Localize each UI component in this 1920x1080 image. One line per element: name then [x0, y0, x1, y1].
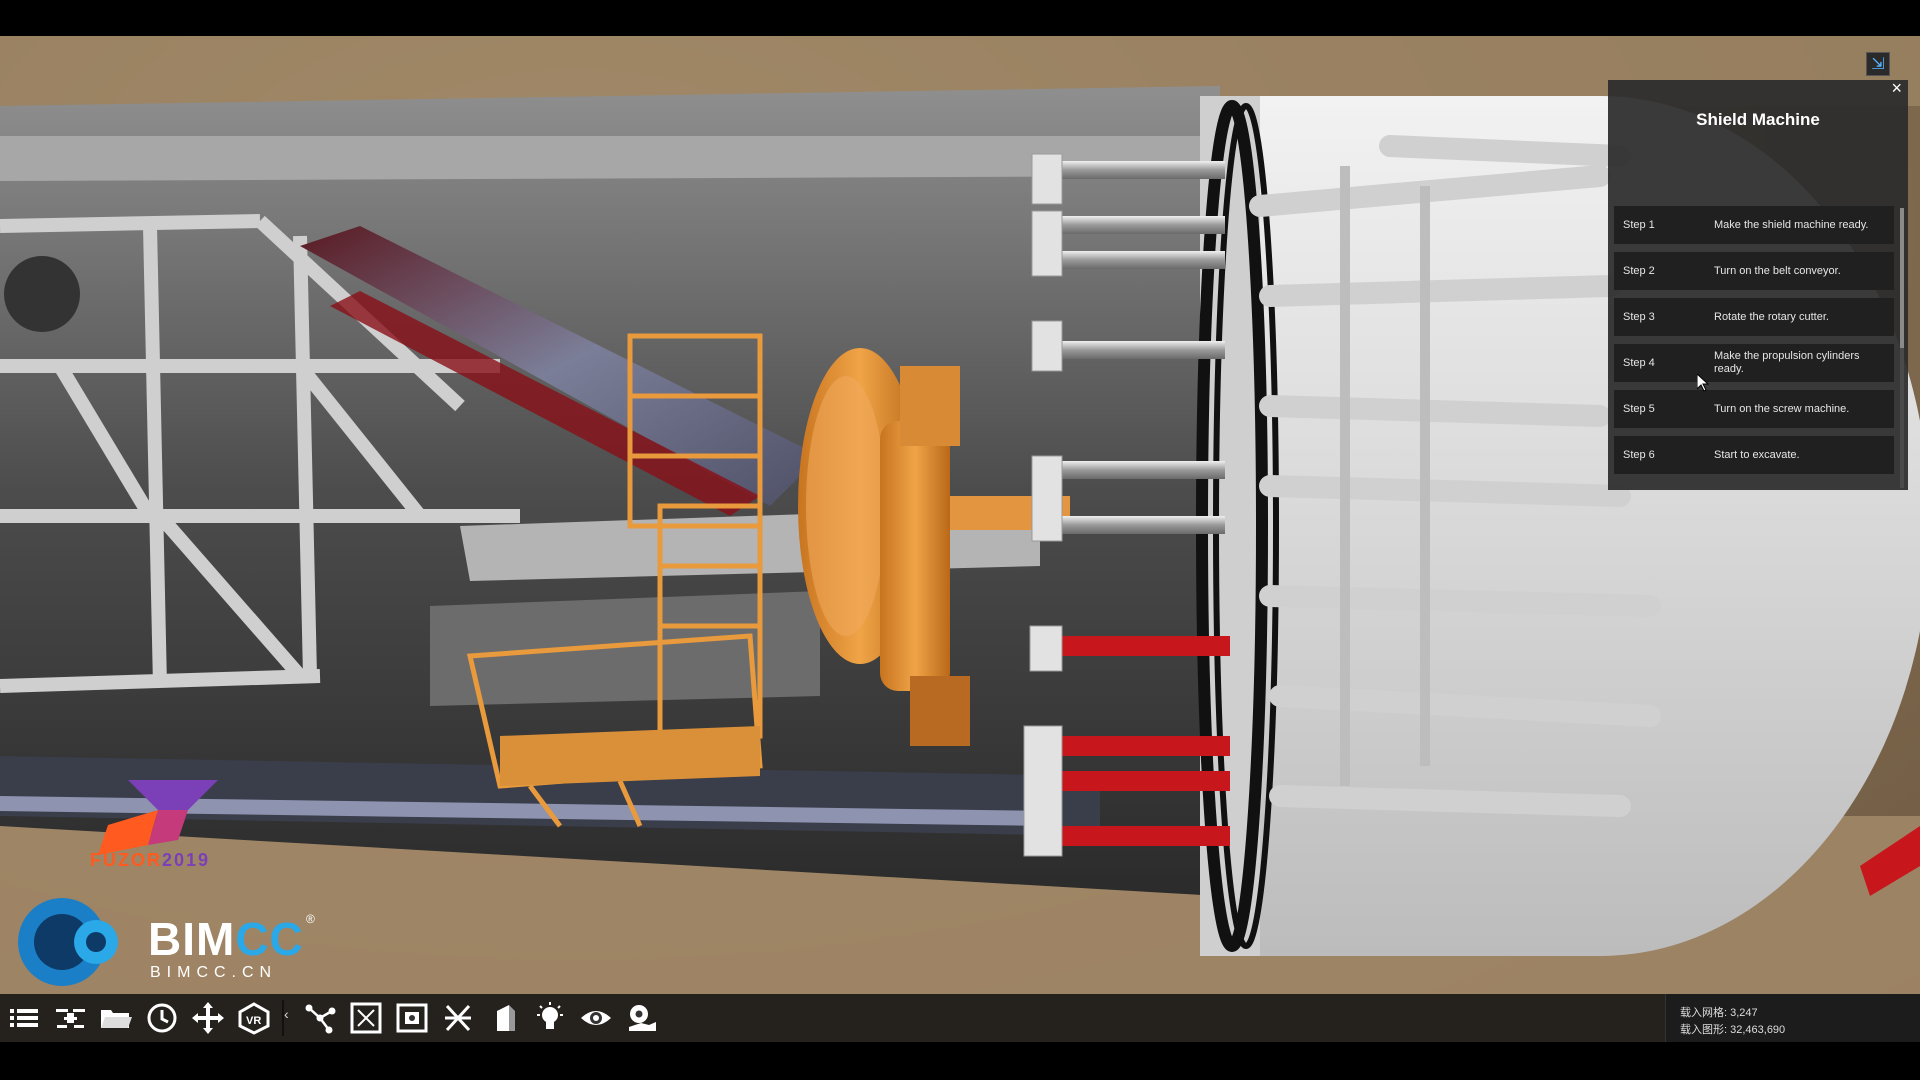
light-button[interactable] [530, 999, 570, 1037]
step-item-5[interactable]: Step 5 Turn on the screw machine. [1614, 390, 1894, 428]
svg-text:VR: VR [246, 1015, 261, 1027]
mouse-cursor-icon [1697, 374, 1709, 392]
letterbox-top [0, 0, 1920, 36]
step-label: Step 6 [1623, 449, 1655, 461]
step-item-2[interactable]: Step 2 Turn on the belt conveyor. [1614, 252, 1894, 290]
open-folder-icon [101, 1010, 132, 1028]
vr-icon: VR [238, 1002, 270, 1035]
step-item-4[interactable]: Step 4 Make the propulsion cylinders rea… [1614, 344, 1894, 382]
fuzor-wordmark: FUZOR2019 [90, 850, 210, 871]
step-text: Turn on the screw machine. [1714, 402, 1850, 415]
step-text: Make the shield machine ready. [1714, 218, 1869, 231]
step-label: Step 2 [1623, 265, 1655, 277]
menu-list-icon [10, 1009, 38, 1027]
close-icon[interactable]: × [1891, 78, 1902, 99]
visibility-button[interactable] [576, 999, 616, 1037]
eye-icon [581, 1011, 611, 1025]
step-list: Step 1 Make the shield machine ready. St… [1614, 206, 1894, 482]
clock-button[interactable] [142, 999, 182, 1037]
shading-icon [497, 1005, 515, 1031]
letterbox-bottom [0, 1042, 1920, 1080]
step-text: Make the propulsion cylinders ready. [1714, 350, 1860, 375]
step-label: Step 1 [1623, 219, 1655, 231]
step-item-6[interactable]: Step 6 Start to excavate. [1614, 436, 1894, 474]
steps-panel: × Shield Machine Step 1 Make the shield … [1608, 78, 1908, 490]
step-text: Turn on the belt conveyor. [1714, 264, 1841, 277]
open-folder-button[interactable] [96, 999, 136, 1037]
restore-window-icon[interactable]: ⇲ [1866, 52, 1890, 76]
scrollbar-thumb[interactable] [1900, 208, 1904, 348]
light-bulb-icon [537, 1002, 563, 1029]
loaded-meshes: 载入网格: 3,247 [1680, 1007, 1758, 1019]
hand-settings-icon [629, 1005, 656, 1031]
clock-icon [147, 1003, 177, 1033]
loaded-triangles: 载入图形: 32,463,690 [1680, 1024, 1786, 1036]
step-item-1[interactable]: Step 1 Make the shield machine ready. [1614, 206, 1894, 244]
bottom-toolbar: VR ‹ 载入网格: 3,247 载入图形: 32,463,690 [0, 994, 1920, 1042]
step-label: Step 4 [1623, 357, 1655, 369]
bimcc-wordmark: BIMCC [148, 912, 304, 966]
fit-view-button[interactable] [346, 999, 386, 1037]
drone-button[interactable] [50, 999, 90, 1037]
screenshot-icon [396, 1003, 428, 1033]
section-cut-icon [445, 1004, 471, 1032]
step-label: Step 3 [1623, 311, 1655, 323]
collapse-toolbar-icon[interactable]: ‹ [284, 1006, 289, 1022]
settings-button[interactable] [622, 999, 662, 1037]
bimcc-url: BIMCC.CN [150, 964, 278, 981]
section-cut-button[interactable] [438, 999, 478, 1037]
step-label: Step 5 [1623, 403, 1655, 415]
bimcc-cc: CC [235, 913, 304, 965]
network-nodes-icon [305, 1004, 336, 1034]
panel-title: Shield Machine [1696, 110, 1820, 129]
drone-icon [56, 1009, 85, 1028]
fuzor-word: FUZOR [90, 850, 162, 870]
move-button[interactable] [188, 999, 228, 1037]
menu-list-button[interactable] [4, 999, 44, 1037]
vr-button[interactable]: VR [234, 999, 274, 1037]
shading-button[interactable] [484, 999, 524, 1037]
network-button[interactable] [300, 999, 340, 1037]
step-item-3[interactable]: Step 3 Rotate the rotary cutter. [1614, 298, 1894, 336]
step-text: Rotate the rotary cutter. [1714, 310, 1829, 323]
bimcc-bim: BIM [148, 913, 236, 965]
registered-mark: ® [306, 912, 315, 926]
screenshot-button[interactable] [392, 999, 432, 1037]
fuzor-year: 2019 [162, 850, 211, 870]
step-text: Start to excavate. [1714, 448, 1800, 461]
fit-view-icon [350, 1002, 382, 1034]
panel-scrollbar[interactable] [1900, 208, 1904, 488]
status-panel: 载入网格: 3,247 载入图形: 32,463,690 [1665, 994, 1920, 1042]
move-arrows-icon [192, 1002, 224, 1034]
